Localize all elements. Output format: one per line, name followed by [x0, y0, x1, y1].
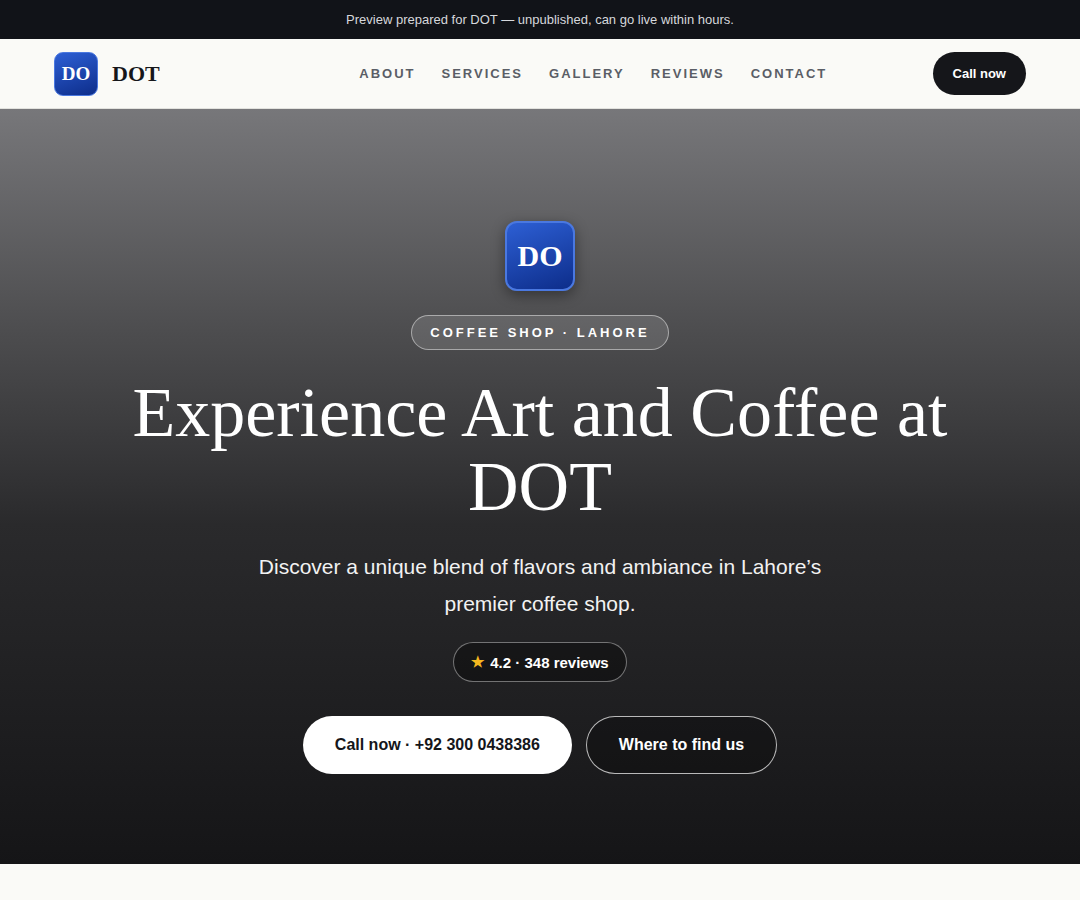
- nav-link[interactable]: SERVICES: [442, 66, 524, 81]
- site-header: DO DOT ABOUT SERVICES GALLERY REVIEWS CONTACT C…: [0, 39, 1080, 109]
- nav-link[interactable]: REVIEWS: [651, 66, 725, 81]
- preview-banner: Preview prepared for DOT — unpublished, …: [0, 0, 1080, 39]
- nav-link[interactable]: ABOUT: [359, 66, 415, 81]
- rating-pill: ★ 4.2 · 348 reviews: [453, 642, 626, 682]
- nav-link[interactable]: GALLERY: [549, 66, 625, 81]
- secondary-button[interactable]: Where to find us: [586, 716, 777, 774]
- next-section: [0, 864, 1080, 900]
- brand-name[interactable]: DOT: [112, 61, 160, 87]
- hero-actions: Call now · +92 300 0438386Where to find …: [303, 716, 777, 774]
- star-icon: ★: [471, 653, 484, 671]
- logo-icon[interactable]: DO: [54, 52, 98, 96]
- hero-logo-icon: DO: [505, 221, 575, 291]
- hero: DO COFFEE SHOP · LAHORE Experience Art and…: [0, 109, 1080, 864]
- rating-text: 4.2 · 348 reviews: [490, 654, 608, 671]
- brand[interactable]: DO DOT: [54, 52, 254, 96]
- main-nav: ABOUT SERVICES GALLERY REVIEWS CONTACT: [359, 66, 827, 81]
- primary-button[interactable]: Call now · +92 300 0438386: [303, 716, 572, 774]
- page: Preview prepared for DOT — unpublished, …: [0, 0, 1080, 900]
- hero-title: Experience Art and Coffee at DOT: [100, 376, 980, 524]
- hero-subtitle: Discover a unique blend of flavors and a…: [230, 548, 850, 622]
- nav-link[interactable]: CONTACT: [751, 66, 828, 81]
- banner-text: Preview prepared for DOT — unpublished, …: [346, 12, 734, 27]
- hero-content: DO COFFEE SHOP · LAHORE Experience Art and…: [100, 109, 980, 864]
- category-badge: COFFEE SHOP · LAHORE: [411, 315, 668, 350]
- call-button[interactable]: Call now: [933, 52, 1026, 95]
